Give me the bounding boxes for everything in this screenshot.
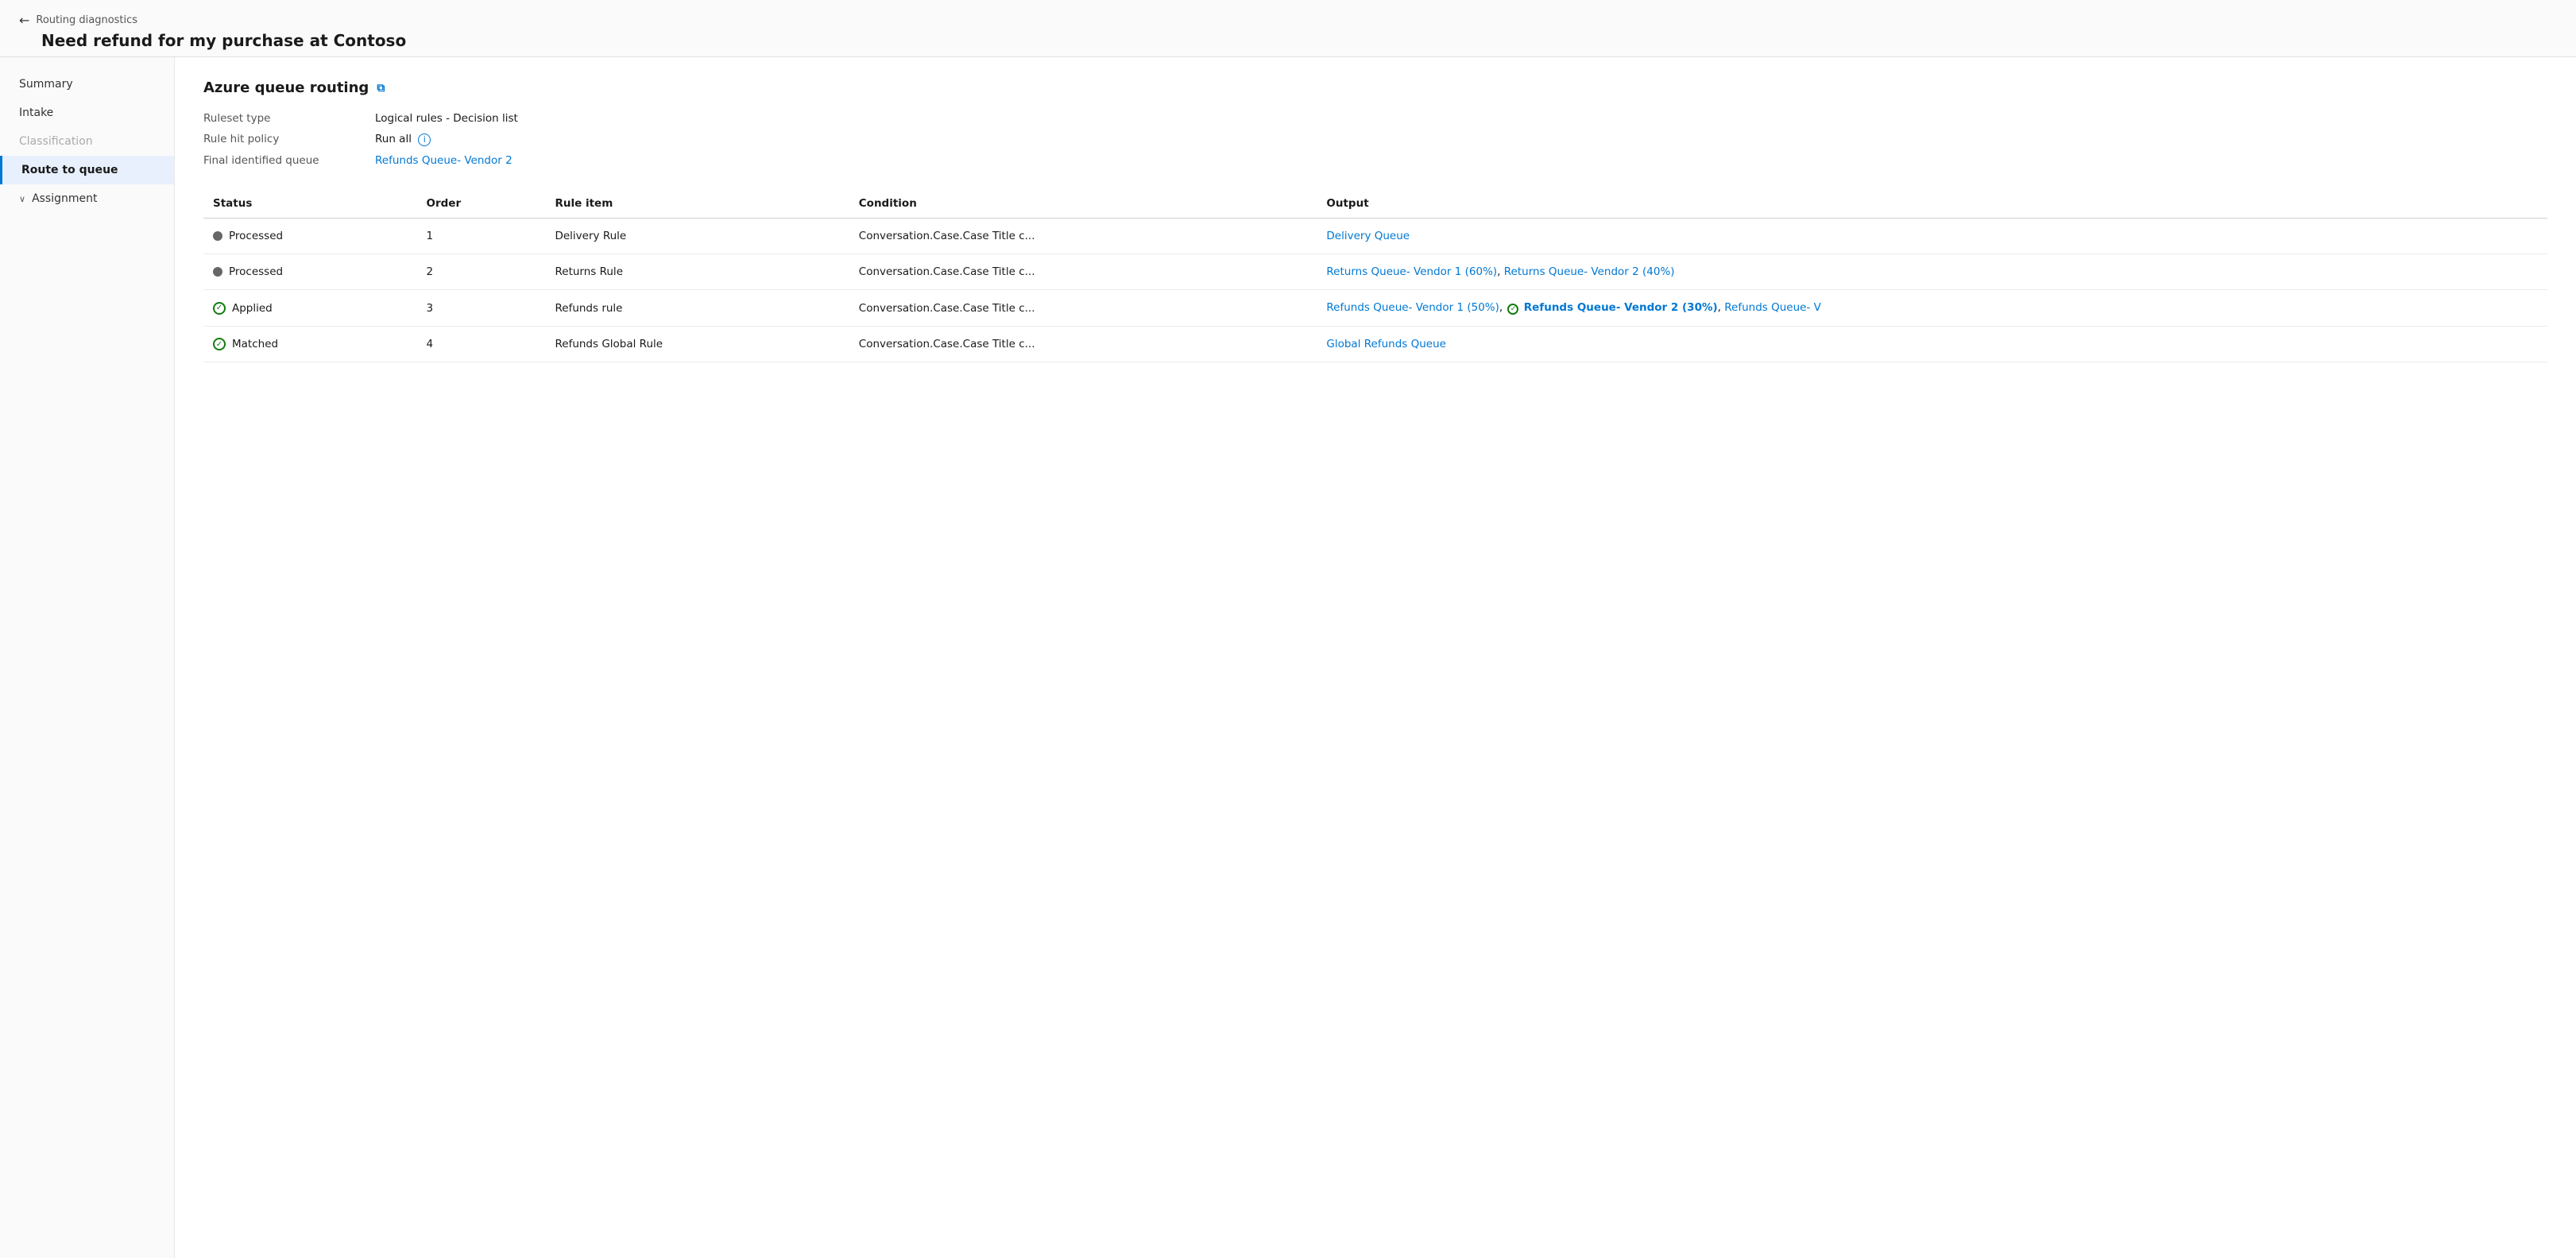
applied-check-icon: ✓ (213, 302, 226, 315)
sidebar-item-route-to-queue[interactable]: Route to queue (0, 156, 174, 184)
rule-hit-policy-value: Run all i (375, 133, 2547, 146)
col-order: Order (417, 189, 546, 219)
row3-output: Refunds Queue- Vendor 1 (50%), ✓ Refunds… (1317, 290, 2547, 327)
row4-output: Global Refunds Queue (1317, 327, 2547, 362)
refunds-queue-vendorv-link[interactable]: Refunds Queue- V (1724, 301, 1821, 314)
main-layout: Summary Intake Classification Route to q… (0, 57, 2576, 1258)
sidebar-item-classification-label: Classification (19, 135, 93, 148)
info-grid: Ruleset type Logical rules - Decision li… (203, 112, 2547, 167)
row1-condition: Conversation.Case.Case Title c... (849, 219, 1317, 254)
table-row: Processed 2 Returns Rule Conversation.Ca… (203, 254, 2547, 290)
chevron-down-icon: ∨ (19, 194, 25, 204)
row2-status: Processed (203, 254, 417, 290)
matched-check-icon: ✓ (213, 338, 226, 350)
col-condition: Condition (849, 189, 1317, 219)
row1-status: Processed (203, 219, 417, 254)
global-refunds-queue-link[interactable]: Global Refunds Queue (1326, 338, 1446, 350)
table-row: ✓ Matched 4 Refunds Global Rule Conversa… (203, 327, 2547, 362)
row2-rule-item: Returns Rule (545, 254, 849, 290)
app-container: ← Routing diagnostics Need refund for my… (0, 0, 2576, 1258)
header: ← Routing diagnostics Need refund for my… (0, 0, 2576, 57)
col-status: Status (203, 189, 417, 219)
rules-table: Status Order Rule item Condition Output (203, 189, 2547, 362)
breadcrumb-parent: Routing diagnostics (36, 14, 137, 26)
table-row: Processed 1 Delivery Rule Conversation.C… (203, 219, 2547, 254)
processed-dot-icon (213, 231, 222, 241)
row4-order: 4 (417, 327, 546, 362)
row3-status: ✓ Applied (203, 290, 417, 327)
refunds-check-inline-icon: ✓ (1507, 304, 1518, 315)
final-queue-label: Final identified queue (203, 154, 362, 167)
refunds-queue-vendor2-link[interactable]: Refunds Queue- Vendor 2 (30%) (1524, 301, 1718, 314)
sidebar-item-route-label: Route to queue (21, 164, 118, 176)
sidebar: Summary Intake Classification Route to q… (0, 57, 175, 1258)
rule-hit-policy-label: Rule hit policy (203, 133, 362, 146)
row3-condition: Conversation.Case.Case Title c... (849, 290, 1317, 327)
row3-order: 3 (417, 290, 546, 327)
refunds-queue-vendor1-link[interactable]: Refunds Queue- Vendor 1 (50%) (1326, 301, 1499, 314)
breadcrumb: ← Routing diagnostics (19, 13, 2557, 28)
row4-condition: Conversation.Case.Case Title c... (849, 327, 1317, 362)
row4-rule-item: Refunds Global Rule (545, 327, 849, 362)
back-button[interactable]: ← (19, 13, 29, 28)
ruleset-type-label: Ruleset type (203, 112, 362, 125)
row1-order: 1 (417, 219, 546, 254)
rule-hit-policy-info-icon[interactable]: i (418, 134, 431, 146)
row1-rule-item: Delivery Rule (545, 219, 849, 254)
sidebar-item-classification: Classification (0, 127, 174, 156)
section-title: Azure queue routing ⧉ (203, 79, 2547, 96)
row2-output: Returns Queue- Vendor 1 (60%), Returns Q… (1317, 254, 2547, 290)
returns-queue-vendor2-link[interactable]: Returns Queue- Vendor 2 (40%) (1504, 265, 1675, 278)
sidebar-item-summary-label: Summary (19, 78, 73, 91)
col-rule-item: Rule item (545, 189, 849, 219)
sidebar-item-assignment-label: Assignment (32, 192, 97, 205)
processed-dot-icon-2 (213, 267, 222, 277)
sidebar-item-intake-label: Intake (19, 106, 53, 119)
sidebar-item-summary[interactable]: Summary (0, 70, 174, 99)
sidebar-item-intake[interactable]: Intake (0, 99, 174, 127)
section-title-text: Azure queue routing (203, 79, 369, 96)
row2-order: 2 (417, 254, 546, 290)
row4-status: ✓ Matched (203, 327, 417, 362)
delivery-queue-link[interactable]: Delivery Queue (1326, 230, 1410, 242)
row2-condition: Conversation.Case.Case Title c... (849, 254, 1317, 290)
table-header-row: Status Order Rule item Condition Output (203, 189, 2547, 219)
final-queue-value: Refunds Queue- Vendor 2 (375, 154, 2547, 167)
final-queue-link[interactable]: Refunds Queue- Vendor 2 (375, 154, 512, 167)
external-link-icon[interactable]: ⧉ (377, 82, 385, 95)
row3-rule-item: Refunds rule (545, 290, 849, 327)
page-title: Need refund for my purchase at Contoso (41, 31, 2557, 50)
content-area: Azure queue routing ⧉ Ruleset type Logic… (175, 57, 2576, 1258)
row1-output: Delivery Queue (1317, 219, 2547, 254)
returns-queue-vendor1-link[interactable]: Returns Queue- Vendor 1 (60%) (1326, 265, 1497, 278)
ruleset-type-value: Logical rules - Decision list (375, 112, 2547, 125)
table-row: ✓ Applied 3 Refunds rule Conversation.Ca… (203, 290, 2547, 327)
sidebar-item-assignment[interactable]: ∨ Assignment (0, 184, 174, 213)
col-output: Output (1317, 189, 2547, 219)
